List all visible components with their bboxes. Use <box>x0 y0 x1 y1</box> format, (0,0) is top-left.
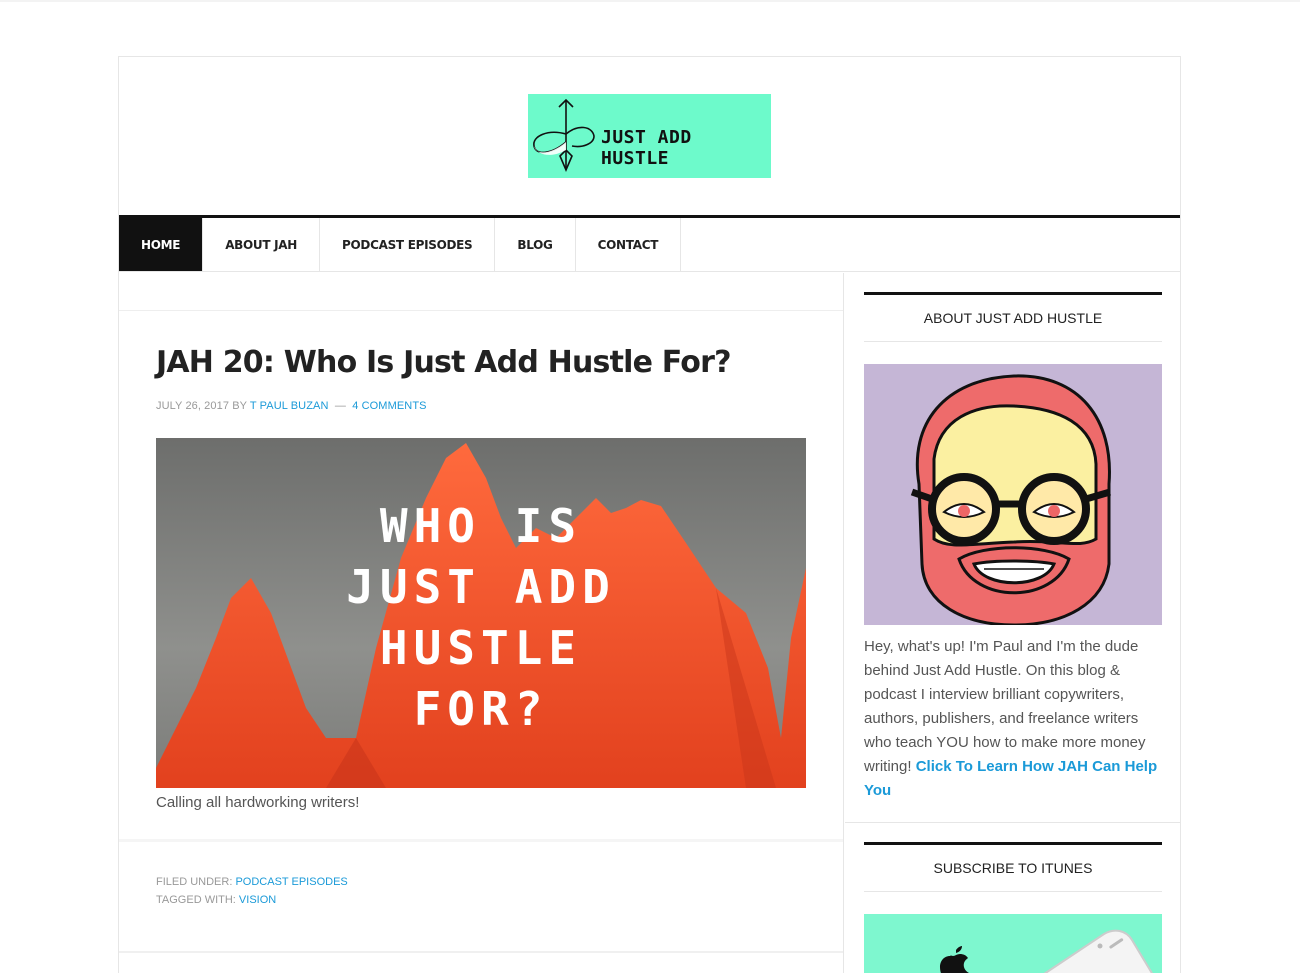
post-date: JULY 26, 2017 <box>156 400 230 412</box>
filed-under-label: FILED UNDER: <box>156 876 233 888</box>
top-line <box>0 0 1300 2</box>
sidebar-divider <box>845 822 1180 823</box>
main-content: JAH 20: Who Is Just Add Hustle For? JULY… <box>119 273 844 973</box>
meta-dash: — <box>334 400 346 412</box>
divider <box>119 951 843 953</box>
comments-link[interactable]: 4 COMMENTS <box>352 400 426 412</box>
about-widget-title: ABOUT JUST ADD HUSTLE <box>864 292 1162 342</box>
post-meta: JULY 26, 2017 BY T PAUL BUZAN — 4 COMMEN… <box>156 400 427 412</box>
tag-link[interactable]: VISION <box>239 894 276 906</box>
logo-text: JUST ADD HUSTLE <box>601 127 692 169</box>
sidebar: ABOUT JUST ADD HUSTLE Hey, what's up! I'… <box>845 273 1180 973</box>
post-footer-meta: FILED UNDER: PODCAST EPISODES TAGGED WIT… <box>156 873 348 909</box>
divider <box>119 839 843 842</box>
post-title[interactable]: JAH 20: Who Is Just Add Hustle For? <box>156 345 806 380</box>
filed-under-row: FILED UNDER: PODCAST EPISODES <box>156 873 348 891</box>
nav-item-podcast-episodes[interactable]: PODCAST EPISODES <box>320 218 496 271</box>
post-excerpt: Calling all hardworking writers! <box>156 794 360 811</box>
featured-image-text: WHO IS JUST ADD HUSTLE FOR? <box>346 499 616 736</box>
cartoon-face-image <box>864 364 1162 625</box>
nav-item-about-jah[interactable]: ABOUT JAH <box>203 218 321 271</box>
itunes-banner[interactable] <box>864 914 1162 973</box>
nav-item-contact[interactable]: CONTACT <box>576 218 682 271</box>
tagged-with-row: TAGGED WITH: VISION <box>156 891 348 909</box>
subscribe-widget-title: SUBSCRIBE TO ITUNES <box>864 842 1162 892</box>
featured-image[interactable]: WHO IS JUST ADD HUSTLE FOR? <box>156 438 806 788</box>
author-link[interactable]: T PAUL BUZAN <box>250 400 329 412</box>
about-text-body: Hey, what's up! I'm Paul and I'm the dud… <box>864 638 1146 775</box>
tagged-with-label: TAGGED WITH: <box>156 894 236 906</box>
about-widget-text: Hey, what's up! I'm Paul and I'm the dud… <box>864 635 1164 803</box>
site-container: JUST ADD HUSTLE HOME ABOUT JAH PODCAST E… <box>118 56 1181 973</box>
nav-item-home[interactable]: HOME <box>119 218 204 271</box>
main-nav: HOME ABOUT JAH PODCAST EPISODES BLOG CON… <box>119 215 1180 272</box>
itunes-phone-image <box>864 914 1162 973</box>
author-avatar <box>864 364 1162 625</box>
site-header: JUST ADD HUSTLE <box>119 57 1180 215</box>
post-by: BY <box>232 400 247 412</box>
category-link[interactable]: PODCAST EPISODES <box>235 876 347 888</box>
content-top-strip <box>119 273 843 311</box>
nav-item-blog[interactable]: BLOG <box>495 218 576 271</box>
site-logo[interactable]: JUST ADD HUSTLE <box>528 94 771 178</box>
